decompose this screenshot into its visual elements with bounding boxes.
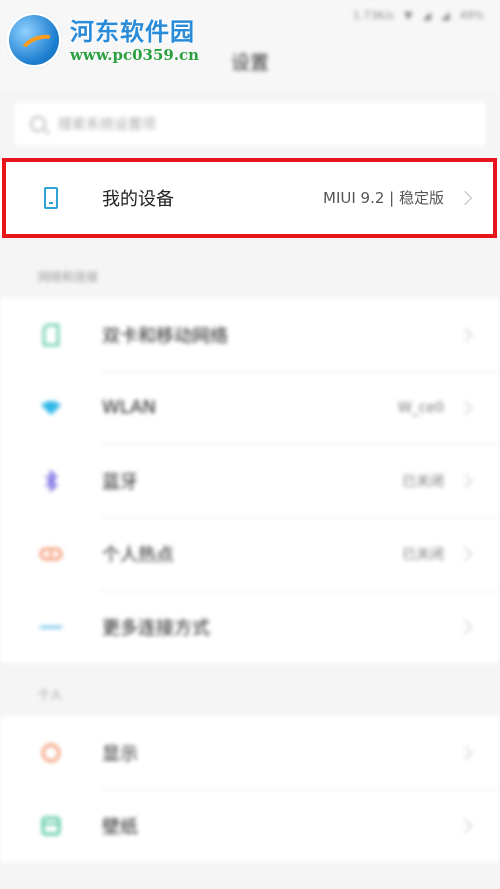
- settings-row-hotspot[interactable]: 个人热点 已关闭: [0, 517, 500, 590]
- settings-row-wlan[interactable]: WLAN W_ce0: [0, 371, 500, 444]
- battery-level: 49%: [459, 8, 484, 22]
- settings-row-wallpaper[interactable]: 壁纸: [0, 789, 500, 862]
- sim-card-icon: [38, 322, 64, 348]
- wallpaper-icon: [38, 813, 64, 839]
- chevron-right-icon: [457, 745, 473, 760]
- chevron-right-icon: [457, 400, 473, 415]
- settings-row-more-connections[interactable]: 更多连接方式: [0, 590, 500, 663]
- settings-row-value: 已关闭: [402, 546, 444, 563]
- network-settings-list: 双卡和移动网络 WLAN W_ce0 蓝牙 已关闭 个人热点 已关闭 更多连接方…: [0, 298, 500, 663]
- settings-row-label: 显示: [102, 743, 138, 765]
- chevron-right-icon: [457, 190, 473, 205]
- settings-row-value: 已关闭: [402, 473, 444, 490]
- phone-icon: [38, 185, 64, 211]
- search-icon: [30, 116, 46, 132]
- watermark: 河东软件园 www.pc0359.cn: [6, 8, 206, 70]
- settings-row-dual-sim[interactable]: 双卡和移动网络: [0, 298, 500, 371]
- section-label-network: 网络和连接: [38, 270, 99, 284]
- settings-row-display[interactable]: 显示: [0, 716, 500, 789]
- watermark-url: www.pc0359.cn: [70, 46, 200, 64]
- signal-icon-2: ◢: [441, 8, 450, 22]
- search-placeholder: 搜索系统设置项: [58, 117, 156, 133]
- settings-row-value: W_ce0: [397, 399, 444, 416]
- bluetooth-icon: [38, 468, 64, 494]
- network-speed: 1.73K/s: [352, 8, 395, 22]
- settings-row-label: 蓝牙: [102, 471, 138, 493]
- settings-row-label: WLAN: [102, 397, 157, 418]
- wifi-icon: [38, 395, 64, 421]
- watermark-name: 河东软件园: [70, 17, 195, 46]
- chevron-right-icon: [457, 546, 473, 561]
- search-input[interactable]: 搜索系统设置项: [14, 102, 486, 146]
- my-device-label: 我的设备: [102, 188, 174, 210]
- chevron-right-icon: [457, 619, 473, 634]
- chevron-right-icon: [457, 818, 473, 833]
- personal-settings-list: 显示 壁纸: [0, 716, 500, 862]
- settings-row-label: 个人热点: [102, 544, 174, 566]
- more-connections-icon: [38, 614, 64, 640]
- section-label-personal: 个人: [38, 688, 63, 702]
- chevron-right-icon: [457, 327, 473, 342]
- settings-row-label: 壁纸: [102, 816, 138, 838]
- hotspot-icon: [38, 541, 64, 567]
- my-device-version: MIUI 9.2 | 稳定版: [323, 189, 444, 207]
- settings-row-bluetooth[interactable]: 蓝牙 已关闭: [0, 444, 500, 517]
- my-device-row[interactable]: 我的设备 MIUI 9.2 | 稳定版: [0, 160, 500, 235]
- wifi-status-icon: ▼: [404, 8, 413, 22]
- settings-row-label: 更多连接方式: [102, 617, 210, 639]
- page-title: 设置: [230, 51, 269, 74]
- chevron-right-icon: [457, 473, 473, 488]
- settings-row-label: 双卡和移动网络: [102, 325, 228, 347]
- signal-icon: ◢: [422, 8, 432, 22]
- watermark-logo-icon: [6, 12, 62, 68]
- display-icon: [38, 740, 64, 766]
